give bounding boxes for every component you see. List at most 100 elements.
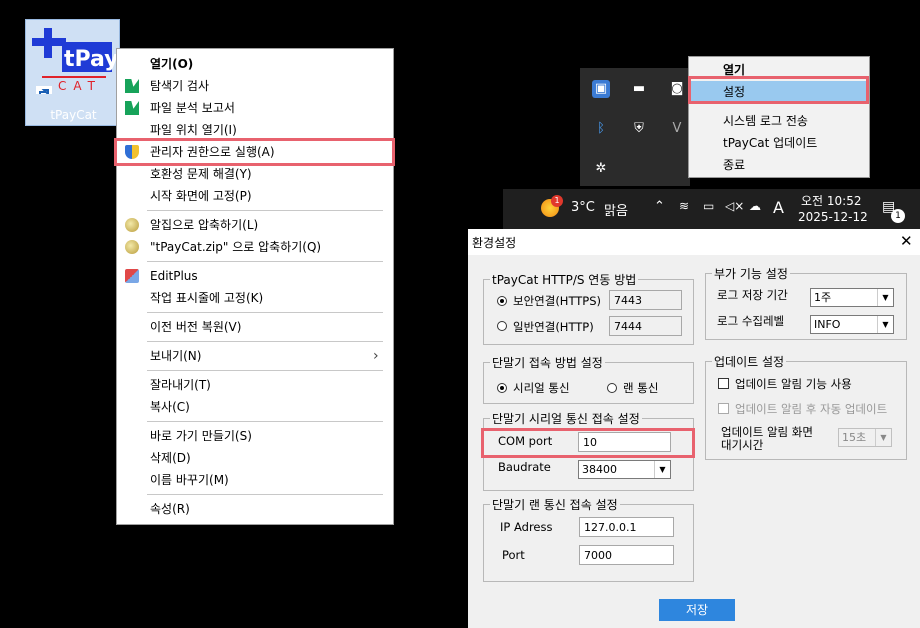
lan-port-field[interactable]: 7000	[579, 545, 674, 565]
wait-time-select[interactable]: 15초 ▼	[838, 428, 892, 447]
menu-item-explorer-scan[interactable]: 탐색기 검사	[117, 76, 393, 96]
group-connection: tPayCat HTTP/S 연동 방법 보안연결(HTTPS) 7443 일반…	[483, 271, 694, 345]
menu-item-properties[interactable]: 속성(R)	[117, 499, 393, 519]
menu-item-restore-version[interactable]: 이전 버전 복원(V)	[117, 317, 393, 337]
group-terminal-method-title: 단말기 접속 방법 설정	[490, 354, 605, 371]
label-http: 일반연결(HTTP)	[513, 320, 594, 334]
chevron-down-icon: ▼	[654, 461, 670, 478]
svg-text:CAT: CAT	[58, 79, 102, 93]
baudrate-value: 38400	[582, 463, 617, 476]
alzip-icon	[125, 240, 139, 254]
menu-item-pin-taskbar[interactable]: 작업 표시줄에 고정(K)	[117, 288, 393, 308]
cloud-icon[interactable]: ☁	[749, 199, 761, 213]
group-extra-title: 부가 기능 설정	[712, 265, 790, 282]
radio-http[interactable]	[497, 321, 507, 331]
menu-item-alzip-named[interactable]: "tPayCat.zip" 으로 압축하기(Q)	[117, 237, 393, 257]
log-period-select[interactable]: 1주 ▼	[810, 288, 894, 307]
chevron-right-icon: ›	[373, 348, 379, 364]
log-period-value: 1주	[814, 291, 832, 304]
menu-item-editplus[interactable]: EditPlus	[117, 266, 393, 286]
menu-item-alzip[interactable]: 알집으로 압축하기(L)	[117, 215, 393, 235]
menu-item-open[interactable]: 열기(O)	[117, 54, 393, 74]
settings-dialog: 환경설정 ✕ tPayCat HTTP/S 연동 방법 보안연결(HTTPS) …	[468, 229, 920, 628]
tray-menu-send-log[interactable]: 시스템 로그 전송	[723, 112, 808, 129]
label-auto-update: 업데이트 알림 후 자동 업데이트	[735, 402, 888, 416]
desktop-icon-tpaycat[interactable]: tPay CAT tPayCat	[25, 19, 120, 126]
radio-lan[interactable]	[607, 383, 617, 393]
label-https: 보안연결(HTTPS)	[513, 294, 602, 308]
bluetooth-icon[interactable]: ᛒ	[592, 120, 610, 138]
menu-item-compatibility[interactable]: 호환성 문제 해결(Y)	[117, 164, 393, 184]
menu-item-cut[interactable]: 잘라내기(T)	[117, 375, 393, 395]
label-port: Port	[502, 548, 525, 562]
radio-serial[interactable]	[497, 383, 507, 393]
log-level-select[interactable]: INFO ▼	[810, 315, 894, 334]
security-shield-icon[interactable]: ⛨	[630, 120, 648, 138]
save-button[interactable]: 저장	[659, 599, 735, 621]
taskbar: 1 3°C 맑음 ⌃ ≋ ▭ ◁× ☁ A 오전 10:52 2025-12-1…	[503, 189, 920, 229]
label-log-period: 로그 저장 기간	[717, 288, 788, 302]
device-icon[interactable]: ▭	[703, 199, 714, 213]
menu-separator	[147, 494, 383, 495]
menu-item-create-shortcut[interactable]: 바로 가기 만들기(S)	[117, 426, 393, 446]
menu-separator	[147, 312, 383, 313]
ime-indicator[interactable]: A	[773, 198, 784, 217]
highlight-com-port	[481, 428, 695, 458]
clock-time[interactable]: 오전 10:52	[801, 192, 861, 209]
tray-context-menu: 열기 설정 시스템 로그 전송 tPayCat 업데이트 종료	[688, 56, 870, 178]
slack-icon[interactable]: ✲	[592, 160, 610, 178]
label-log-level: 로그 수집레벨	[717, 314, 785, 328]
menu-item-open-location[interactable]: 파일 위치 열기(I)	[117, 120, 393, 140]
context-menu: 열기(O) 탐색기 검사 파일 분석 보고서 파일 위치 열기(I) 관리자 권…	[116, 48, 394, 525]
wait-time-value: 15초	[842, 431, 867, 444]
mute-icon[interactable]: ◁×	[725, 199, 744, 213]
highlight-settings	[688, 76, 869, 104]
group-lan: 단말기 랜 통신 접속 설정 IP Adress 127.0.0.1 Port …	[483, 496, 694, 582]
menu-item-copy[interactable]: 복사(C)	[117, 397, 393, 417]
label-serial: 시리얼 통신	[513, 381, 570, 395]
menu-item-file-report[interactable]: 파일 분석 보고서	[117, 98, 393, 118]
menu-item-send-to[interactable]: 보내기(N) ›	[117, 346, 393, 366]
vpn-icon[interactable]: V	[668, 120, 686, 138]
report-icon	[125, 101, 139, 115]
wifi-icon[interactable]: ≋	[679, 199, 689, 213]
https-port-field[interactable]: 7443	[609, 290, 682, 310]
group-connection-title: tPayCat HTTP/S 연동 방법	[490, 271, 639, 288]
http-port-field[interactable]: 7444	[609, 316, 682, 336]
close-icon[interactable]: ✕	[900, 232, 913, 250]
auto-update-checkbox[interactable]	[718, 403, 729, 414]
notification-count: 1	[891, 209, 905, 223]
tray-menu-exit[interactable]: 종료	[723, 156, 745, 173]
app-icon[interactable]: ▣	[592, 80, 610, 98]
chevron-down-icon: ▼	[877, 316, 893, 333]
chevron-up-icon[interactable]: ⌃	[654, 199, 665, 214]
label-lan: 랜 통신	[623, 381, 659, 395]
editplus-icon	[125, 269, 139, 283]
tray-overflow-panel: ▣ ▬ ◙ ᛒ ⛨ V ✲	[580, 68, 690, 186]
clock-date[interactable]: 2025-12-12	[798, 210, 868, 224]
battery-icon[interactable]: ▬	[630, 80, 648, 98]
dialog-titlebar: 환경설정 ✕	[468, 229, 920, 255]
label-wait-time-2: 대기시간	[721, 438, 764, 452]
menu-item-rename[interactable]: 이름 바꾸기(M)	[117, 470, 393, 490]
ip-field[interactable]: 127.0.0.1	[579, 517, 674, 537]
update-alert-checkbox[interactable]	[718, 378, 729, 389]
group-serial-title: 단말기 시리얼 통신 접속 설정	[490, 410, 642, 427]
weather-text[interactable]: 맑음	[604, 200, 628, 219]
menu-separator	[147, 261, 383, 262]
baudrate-select[interactable]: 38400 ▼	[578, 460, 671, 479]
chevron-down-icon: ▼	[877, 289, 893, 306]
desktop-icon-label: tPayCat	[50, 108, 97, 122]
camera-icon[interactable]: ◙	[668, 80, 686, 98]
alzip-icon	[125, 218, 139, 232]
group-terminal-method: 단말기 접속 방법 설정 시리얼 통신 랜 통신	[483, 354, 694, 404]
tray-menu-update[interactable]: tPayCat 업데이트	[723, 134, 817, 151]
menu-item-pin-start[interactable]: 시작 화면에 고정(P)	[117, 186, 393, 206]
group-update: 업데이트 설정 업데이트 알림 기능 사용 업데이트 알림 후 자동 업데이트 …	[705, 353, 907, 460]
temperature[interactable]: 3°C	[571, 200, 595, 215]
group-lan-title: 단말기 랜 통신 접속 설정	[490, 496, 620, 513]
menu-separator	[147, 421, 383, 422]
chevron-down-icon: ▼	[875, 429, 891, 446]
radio-https[interactable]	[497, 296, 507, 306]
menu-item-delete[interactable]: 삭제(D)	[117, 448, 393, 468]
